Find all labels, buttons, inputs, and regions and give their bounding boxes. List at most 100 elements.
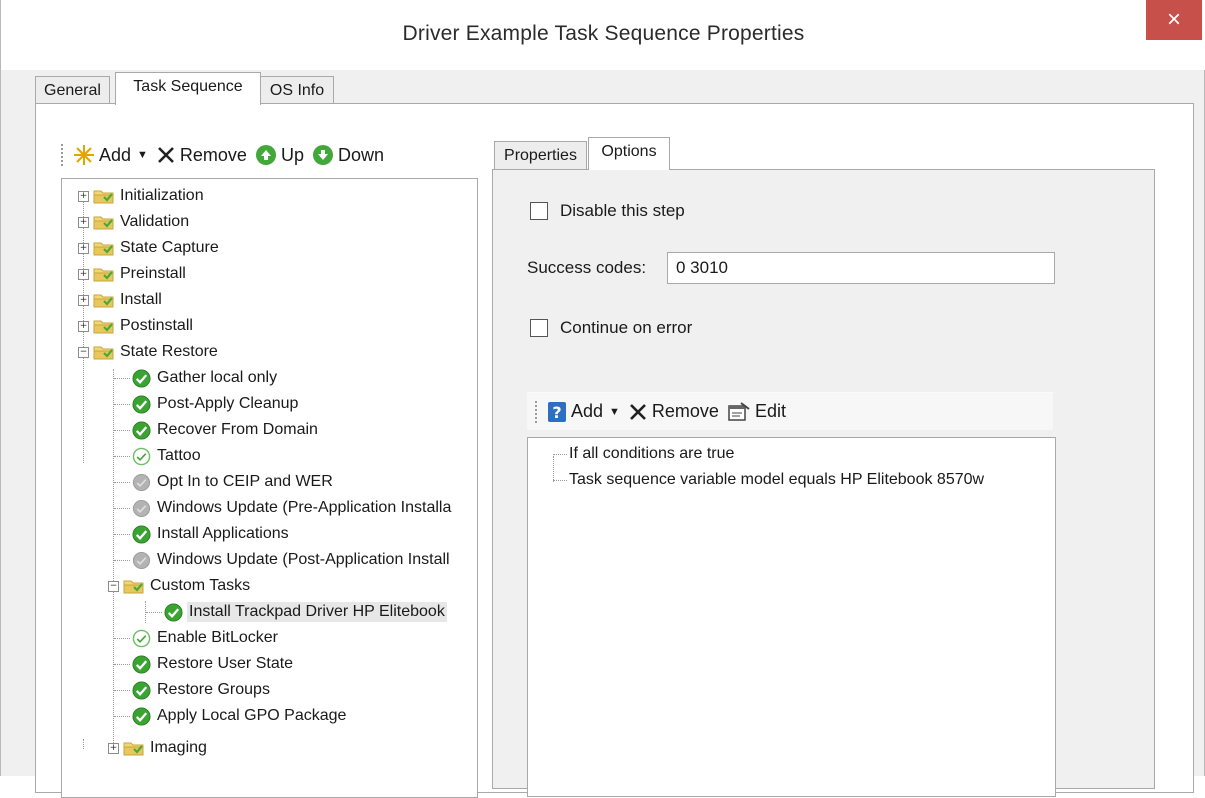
title-bar: Driver Example Task Sequence Properties … xyxy=(1,0,1205,70)
enabled-check-icon xyxy=(132,369,151,388)
tree-item-restore-groups[interactable]: Restore Groups xyxy=(114,677,272,703)
add-condition-button[interactable]: ? Add ▼ xyxy=(547,401,620,423)
task-sequence-tree[interactable]: + Initialization + Validation + State Ca… xyxy=(61,178,478,798)
properties-window: Driver Example Task Sequence Properties … xyxy=(0,0,1205,798)
continue-on-error-row[interactable]: Continue on error xyxy=(530,318,692,338)
tree-item-windows-update-pre[interactable]: Windows Update (Pre-Application Installa xyxy=(114,495,453,521)
tab-os-info[interactable]: OS Info xyxy=(260,76,334,104)
tree-item-install-trackpad-driver[interactable]: Install Trackpad Driver HP Elitebook xyxy=(146,599,447,625)
tree-item-label: Post-Apply Cleanup xyxy=(157,395,299,412)
down-label: Down xyxy=(337,144,384,165)
remove-x-icon xyxy=(630,403,646,420)
svg-text:?: ? xyxy=(552,403,561,422)
conditions-list[interactable]: If all conditions are true Task sequence… xyxy=(527,437,1056,797)
tree-group-label: Imaging xyxy=(150,739,207,756)
tree-group-label: Initialization xyxy=(120,187,204,204)
disabled-check-icon xyxy=(132,499,151,518)
tree-group-label: Custom Tasks xyxy=(150,577,251,594)
tree-group-custom-tasks[interactable]: − Custom Tasks xyxy=(108,573,252,599)
folder-icon xyxy=(93,266,115,282)
folder-icon xyxy=(93,344,115,360)
tree-item-install-applications[interactable]: Install Applications xyxy=(114,521,291,547)
dropdown-arrow-icon[interactable]: ▼ xyxy=(609,406,620,418)
expand-icon[interactable]: + xyxy=(78,216,89,228)
tab-general[interactable]: General xyxy=(35,76,110,104)
enabled-check-icon xyxy=(132,525,151,544)
arrow-down-icon xyxy=(312,145,333,165)
condition-root[interactable]: If all conditions are true xyxy=(553,445,734,463)
tree-item-label: Install Applications xyxy=(157,525,289,542)
tab-properties[interactable]: Properties xyxy=(494,141,587,169)
tree-item-restore-user-state[interactable]: Restore User State xyxy=(114,651,295,677)
tree-group-initialization[interactable]: + Initialization xyxy=(78,183,206,209)
tree-item-apply-local-gpo[interactable]: Apply Local GPO Package xyxy=(114,703,348,729)
expand-icon[interactable]: + xyxy=(78,268,89,280)
expand-icon[interactable]: + xyxy=(78,190,89,202)
add-button[interactable]: Add ▼ xyxy=(73,144,148,166)
toolbar-grip[interactable] xyxy=(61,144,67,166)
folder-icon xyxy=(93,188,115,204)
tree-item-label: Restore Groups xyxy=(157,681,270,698)
down-button[interactable]: Down xyxy=(312,144,384,166)
tree-item-label: Apply Local GPO Package xyxy=(157,707,347,724)
disable-step-label: Disable this step xyxy=(560,201,685,220)
remove-condition-button[interactable]: Remove xyxy=(628,401,719,422)
edit-condition-button[interactable]: Edit xyxy=(727,401,786,423)
window-title: Driver Example Task Sequence Properties xyxy=(402,22,805,45)
up-label: Up xyxy=(280,144,304,165)
tree-group-label: Install xyxy=(120,291,162,308)
tab-task-sequence[interactable]: Task Sequence xyxy=(115,72,261,105)
enabled-check-icon xyxy=(132,655,151,674)
tree-item-post-apply-cleanup[interactable]: Post-Apply Cleanup xyxy=(114,391,300,417)
tree-item-windows-update-post[interactable]: Windows Update (Post-Application Install xyxy=(114,547,452,573)
tree-item-label: Recover From Domain xyxy=(157,421,318,438)
tree-item-opt-in-ceip[interactable]: Opt In to CEIP and WER xyxy=(114,469,335,495)
up-button[interactable]: Up xyxy=(255,144,304,166)
tree-item-label: Windows Update (Pre-Application Installa xyxy=(157,499,452,516)
expand-icon[interactable]: + xyxy=(78,242,89,254)
success-codes-label: Success codes: xyxy=(527,258,647,277)
tree-connector xyxy=(83,739,84,749)
tree-group-state-capture[interactable]: + State Capture xyxy=(78,235,221,261)
tree-item-label: Gather local only xyxy=(157,369,278,386)
tree-group-preinstall[interactable]: + Preinstall xyxy=(78,261,188,287)
expand-icon[interactable]: + xyxy=(78,294,89,306)
tree-group-state-restore[interactable]: − State Restore xyxy=(78,339,220,365)
tree-group-install[interactable]: + Install xyxy=(78,287,164,313)
tree-group-label: State Restore xyxy=(120,343,218,360)
disable-step-checkbox[interactable] xyxy=(530,202,548,220)
tab-options[interactable]: Options xyxy=(588,137,670,170)
folder-icon xyxy=(93,214,115,230)
close-button[interactable]: × xyxy=(1146,0,1202,40)
tree-item-gather-local-only[interactable]: Gather local only xyxy=(114,365,279,391)
expand-icon[interactable]: + xyxy=(108,742,119,754)
tree-item-tattoo[interactable]: Tattoo xyxy=(114,443,203,469)
conditions-toolbar: ? Add ▼ Remove Edit xyxy=(527,392,1053,430)
collapse-icon[interactable]: − xyxy=(78,346,89,358)
remove-button[interactable]: Remove xyxy=(156,145,247,166)
arrow-up-icon xyxy=(255,145,276,165)
enabled-check-icon xyxy=(132,681,151,700)
disable-step-row[interactable]: Disable this step xyxy=(530,201,685,221)
continue-on-error-label: Continue on error xyxy=(560,318,693,337)
dropdown-arrow-icon[interactable]: ▼ xyxy=(137,149,148,161)
tree-group-postinstall[interactable]: + Postinstall xyxy=(78,313,195,339)
continue-on-error-checkbox[interactable] xyxy=(530,319,548,337)
condition-item[interactable]: Task sequence variable model equals HP E… xyxy=(553,471,984,489)
expand-icon[interactable]: + xyxy=(78,320,89,332)
tree-group-validation[interactable]: + Validation xyxy=(78,209,191,235)
collapse-icon[interactable]: − xyxy=(108,580,119,592)
folder-icon xyxy=(93,292,115,308)
toolbar-grip[interactable] xyxy=(535,400,541,423)
tree-item-enable-bitlocker[interactable]: Enable BitLocker xyxy=(114,625,280,651)
tree-group-imaging[interactable]: + Imaging xyxy=(108,735,209,761)
success-codes-input[interactable] xyxy=(667,252,1055,284)
tree-item-label: Tattoo xyxy=(157,447,201,464)
tree-group-label: Validation xyxy=(120,213,190,230)
tree-item-recover-from-domain[interactable]: Recover From Domain xyxy=(114,417,320,443)
condition-label: Task sequence variable model equals HP E… xyxy=(569,471,985,488)
tree-group-label: Postinstall xyxy=(120,317,193,334)
folder-icon xyxy=(93,318,115,334)
remove-label: Remove xyxy=(179,144,247,165)
add-star-icon xyxy=(74,145,94,165)
